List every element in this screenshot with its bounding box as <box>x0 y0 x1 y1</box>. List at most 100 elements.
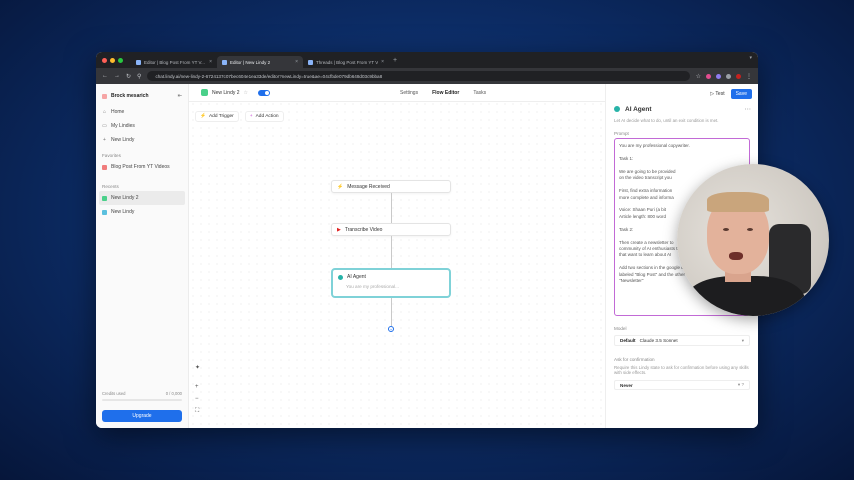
close-window-button[interactable] <box>102 57 107 63</box>
minimize-window-button[interactable] <box>110 57 115 63</box>
model-default: Default <box>620 338 636 343</box>
model-label: Model <box>614 326 627 331</box>
hair-shape <box>707 192 769 212</box>
tab-tasks[interactable]: Tasks <box>473 90 486 96</box>
add-trigger-button[interactable]: ⚡ Add Trigger <box>195 111 239 122</box>
flow-canvas[interactable]: New Lindy 2 ☆ Settings Flow Editor Tasks… <box>189 84 605 428</box>
site-info-icon[interactable]: ⚲ <box>137 73 141 80</box>
node-label: Transcribe Video <box>344 226 383 233</box>
trigger-node-message-received[interactable]: ⚡ Message Received <box>331 180 451 193</box>
workspace-switcher[interactable]: Brock mesarich ⇤ <box>96 84 188 105</box>
favorite-item[interactable]: Blog Post From YT Videos <box>96 160 188 174</box>
recent-item-active[interactable]: New Lindy 2 <box>99 191 185 205</box>
sidebar-item-label: New Lindy <box>111 137 135 143</box>
browser-window: Editor | Blog Post From YT V... × Editor… <box>96 52 758 428</box>
panel-action-buttons: ▷ Test Save <box>710 89 752 99</box>
add-action-label: Add Action <box>255 114 279 119</box>
browser-tab[interactable]: Threads | Blog Post From YT V... × <box>303 56 389 68</box>
sidebar-item-my-lindies[interactable]: ▭ My Lindies <box>96 119 188 133</box>
prompt-line: Task 1: <box>619 155 634 161</box>
tab-close-icon[interactable]: × <box>295 59 298 65</box>
sidebar-item-label: Home <box>111 109 125 115</box>
tab-label: Editor | Blog Post From YT V... <box>144 59 205 65</box>
sidebar-item-home[interactable]: ⌂ Home <box>96 105 188 119</box>
model-select[interactable]: Default Claude 3.5 Sonnet ▾ <box>614 335 750 346</box>
webcam-overlay <box>677 164 829 316</box>
ai-agent-icon <box>614 106 620 112</box>
lindy-icon <box>102 195 107 201</box>
new-tab-icon[interactable]: + <box>393 57 397 64</box>
recents-heading: Recents <box>102 184 119 189</box>
back-icon[interactable]: ← <box>102 73 108 79</box>
add-action-button[interactable]: + Add Action <box>244 111 284 122</box>
tab-close-icon[interactable]: × <box>381 59 384 65</box>
lindy-name: New Lindy 2 <box>212 89 240 96</box>
node-label: AI Agent <box>347 274 366 280</box>
action-node-transcribe-video[interactable]: ▶ Transcribe Video <box>331 223 451 236</box>
confirm-description: Require this Lindy state to ask for conf… <box>614 365 749 375</box>
upgrade-button[interactable]: Upgrade <box>102 410 182 422</box>
flow-edge <box>391 193 392 223</box>
profile-avatar-icon[interactable] <box>736 73 741 79</box>
magic-wand-icon[interactable]: ✦ <box>195 364 200 371</box>
eye-shape <box>723 228 729 231</box>
test-button[interactable]: ▷ Test <box>710 91 724 97</box>
browser-tab[interactable]: Editor | Blog Post From YT V... × <box>131 56 217 68</box>
canvas-toolbar: ⚡ Add Trigger + Add Action <box>195 111 284 122</box>
prompt-line: You are my professional copywriter. <box>619 143 690 148</box>
maximize-window-button[interactable] <box>118 57 123 63</box>
add-step-icon[interactable]: + <box>388 326 394 332</box>
lightning-icon: ⚡ <box>200 114 206 119</box>
extension-icon[interactable] <box>716 73 721 79</box>
save-button[interactable]: Save <box>730 89 752 99</box>
credits-progress-bar <box>102 399 182 401</box>
ai-agent-icon <box>338 274 343 280</box>
credits-row: Credits used 0 / 0,000 <box>102 391 182 396</box>
recent-item[interactable]: New Lindy <box>96 205 188 219</box>
extension-icon[interactable] <box>706 73 711 79</box>
confirm-value: Never <box>620 382 633 388</box>
zoom-out-icon[interactable]: − <box>195 396 199 402</box>
node-label: Message Received <box>347 183 390 190</box>
credits-label: Credits used <box>102 391 126 396</box>
sidebar: Brock mesarich ⇤ ⌂ Home ▭ My Lindies + N… <box>96 84 189 428</box>
tab-settings[interactable]: Settings <box>400 90 418 96</box>
youtube-icon: ▶ <box>337 226 341 233</box>
collapse-sidebar-icon[interactable]: ⇤ <box>178 93 182 99</box>
url-field[interactable]: chat.lindy.ai/new-lindy-2-6724137c07bec6… <box>147 71 690 81</box>
plus-icon: + <box>103 137 106 143</box>
browser-tab-active[interactable]: Editor | New Lindy 2 × <box>217 56 303 68</box>
fit-view-icon[interactable]: ⛶ <box>195 408 199 415</box>
forward-icon[interactable]: → <box>114 73 120 79</box>
model-value: Claude 3.5 Sonnet <box>639 338 678 343</box>
workspace-icon <box>102 93 107 99</box>
tab-search-chevron-icon[interactable]: ▾ <box>749 55 752 61</box>
favorites-heading: Favorites <box>102 153 121 158</box>
lindy-title[interactable]: New Lindy 2 ☆ <box>201 89 248 96</box>
bookmark-star-icon[interactable]: ☆ <box>696 73 701 80</box>
extension-icon[interactable] <box>726 73 731 79</box>
mouth-shape <box>729 252 743 260</box>
lindy-icon <box>102 209 107 215</box>
chevron-down-icon: ▾ <box>741 337 744 343</box>
confirmation-select[interactable]: Never ▾ ? <box>614 380 750 390</box>
enable-toggle[interactable] <box>258 89 270 96</box>
menu-kebab-icon[interactable]: ⋮ <box>746 73 752 80</box>
more-options-icon[interactable]: ⋯ <box>745 105 752 113</box>
confirm-label: Ask for confirmation <box>614 357 655 362</box>
tab-label: Threads | Blog Post From YT V... <box>316 59 379 65</box>
ai-agent-node[interactable]: AI Agent You are my professional... <box>331 268 451 298</box>
sidebar-item-new-lindy[interactable]: + New Lindy <box>96 133 188 147</box>
tab-close-icon[interactable]: × <box>209 59 212 65</box>
address-bar: ← → ↻ ⚲ chat.lindy.ai/new-lindy-2-672413… <box>96 68 758 84</box>
favorite-star-icon[interactable]: ☆ <box>244 90 248 96</box>
node-subtitle: You are my professional... <box>346 284 399 289</box>
lindy-icon <box>201 89 208 96</box>
editor-nav: Settings Flow Editor Tasks <box>400 90 486 96</box>
zoom-in-icon[interactable]: + <box>195 384 199 390</box>
lightning-icon: ⚡ <box>337 183 344 190</box>
tab-flow-editor[interactable]: Flow Editor <box>432 90 459 96</box>
flow-edge <box>391 298 392 326</box>
tab-label: Editor | New Lindy 2 <box>230 59 271 65</box>
reload-icon[interactable]: ↻ <box>126 73 131 80</box>
